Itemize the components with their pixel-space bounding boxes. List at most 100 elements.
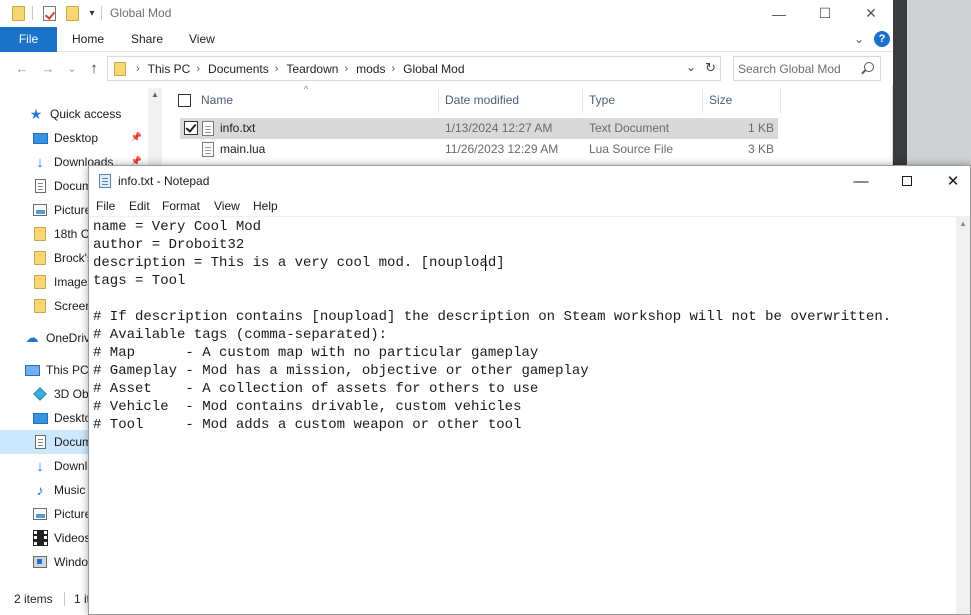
search-input[interactable]	[738, 60, 856, 77]
notepad-minimize-button[interactable]: —	[838, 166, 884, 196]
column-divider[interactable]	[438, 89, 439, 113]
notepad-icon	[99, 174, 111, 188]
desktop-icon	[32, 130, 48, 146]
breadcrumb-mods[interactable]: mods	[356, 62, 385, 76]
help-icon: ?	[874, 31, 890, 47]
forward-button[interactable]: →	[40, 60, 56, 76]
sort-ascending-icon: ^	[304, 84, 309, 94]
help-button[interactable]: ?	[874, 31, 890, 47]
divider	[101, 6, 102, 20]
column-divider[interactable]	[582, 89, 583, 113]
notepad-text-area[interactable]: name = Very Cool Mod author = Droboit32 …	[89, 216, 956, 614]
search-box[interactable]	[733, 56, 881, 81]
file-row-main-lua[interactable]: main.lua 11/26/2023 12:29 AM Lua Source …	[180, 139, 778, 160]
notepad-content[interactable]: name = Very Cool Mod author = Droboit32 …	[93, 218, 891, 434]
desktop-icon	[32, 410, 48, 426]
back-button[interactable]: ←	[14, 60, 30, 76]
select-all-checkbox[interactable]	[178, 94, 191, 107]
column-divider[interactable]	[780, 89, 781, 113]
lua-file-icon	[202, 142, 214, 157]
file-name: main.lua	[220, 142, 266, 156]
background-window	[893, 0, 971, 166]
column-header-date[interactable]: Date modified	[445, 89, 519, 113]
maximize-button[interactable]: ☐	[802, 0, 848, 27]
video-icon	[32, 530, 48, 546]
column-header-name[interactable]: Name	[201, 89, 233, 113]
divider	[32, 6, 33, 20]
document-icon	[32, 178, 48, 194]
refresh-icon[interactable]: ↻	[705, 60, 716, 76]
download-icon: ↓	[36, 153, 44, 171]
address-bar[interactable]: › This PC › Documents › Teardown › mods …	[107, 56, 721, 81]
file-size: 1 KB	[747, 121, 774, 135]
file-size: 3 KB	[747, 142, 774, 156]
recent-locations-button[interactable]: ⌄	[64, 60, 80, 76]
new-folder-icon[interactable]	[64, 4, 80, 22]
minimize-button[interactable]: —	[756, 0, 802, 27]
star-icon: ★	[29, 105, 43, 122]
tab-share[interactable]: Share	[129, 27, 165, 52]
pin-icon: 📌	[130, 132, 142, 142]
menu-file[interactable]: File	[96, 199, 115, 213]
breadcrumb-global-mod[interactable]: Global Mod	[403, 62, 464, 76]
column-header-type[interactable]: Type	[589, 89, 615, 113]
nav-item-label: Videos	[54, 531, 91, 545]
address-row: ← → ⌄ ↑ › This PC › Documents › Teardown…	[0, 52, 893, 85]
expand-ribbon-icon[interactable]: ⌄	[852, 31, 866, 47]
notepad-close-button[interactable]: ✕	[930, 166, 971, 196]
scroll-up-arrow-icon[interactable]: ▲	[959, 219, 967, 228]
explorer-title-bar: ▾ Global Mod — ☐ ✕	[0, 0, 893, 27]
menu-edit[interactable]: Edit	[129, 199, 150, 213]
breadcrumb-teardown[interactable]: Teardown	[286, 62, 338, 76]
notepad-menu-bar: File Edit Format View Help	[89, 196, 970, 216]
window-title: Global Mod	[110, 6, 172, 20]
breadcrumb-separator[interactable]: ›	[391, 63, 395, 75]
scroll-up-arrow-icon[interactable]: ▲	[151, 90, 159, 99]
file-date: 11/26/2023 12:29 AM	[445, 142, 559, 156]
close-button[interactable]: ✕	[848, 0, 894, 27]
menu-view[interactable]: View	[214, 199, 240, 213]
nav-item-quick-access[interactable]: ★ Quick access	[0, 102, 148, 126]
search-icon	[864, 62, 874, 72]
text-cursor	[485, 255, 486, 271]
file-row-info-txt[interactable]: info.txt 1/13/2024 12:27 AM Text Documen…	[180, 118, 778, 139]
file-type: Lua Source File	[589, 142, 674, 156]
breadcrumb-separator[interactable]: ›	[136, 63, 140, 75]
tab-home[interactable]: Home	[70, 27, 106, 52]
pc-icon	[24, 362, 40, 378]
menu-format[interactable]: Format	[162, 199, 200, 213]
column-divider[interactable]	[702, 89, 703, 113]
notepad-maximize-button[interactable]	[884, 166, 930, 196]
folder-icon	[114, 61, 126, 76]
row-checkbox[interactable]	[184, 121, 198, 135]
nav-item-label: Desktop	[54, 131, 99, 145]
menu-help[interactable]: Help	[253, 199, 278, 213]
folder-icon	[32, 274, 48, 290]
notepad-scrollbar[interactable]: ▲	[956, 216, 970, 614]
breadcrumb-separator[interactable]: ›	[196, 63, 200, 75]
column-header-size[interactable]: Size	[709, 89, 732, 113]
tab-file[interactable]: File	[0, 27, 57, 52]
breadcrumb-this-pc[interactable]: This PC	[148, 62, 191, 76]
text-file-icon	[202, 121, 214, 136]
document-icon	[32, 434, 48, 450]
file-type: Text Document	[589, 121, 670, 135]
folder-icon	[32, 298, 48, 314]
folder-icon	[32, 226, 48, 242]
notepad-window: info.txt - Notepad — ✕ File Edit Format …	[88, 165, 971, 615]
nav-item-desktop[interactable]: Desktop 📌	[0, 126, 148, 150]
breadcrumb-separator[interactable]: ›	[275, 63, 279, 75]
customize-toolbar-icon[interactable]: ▾	[84, 4, 100, 22]
address-dropdown-icon[interactable]: ⌄	[686, 60, 696, 74]
divider	[64, 592, 65, 606]
folder-icon	[32, 250, 48, 266]
picture-icon	[32, 202, 48, 218]
tab-view[interactable]: View	[187, 27, 217, 52]
breadcrumb-separator[interactable]: ›	[344, 63, 348, 75]
download-icon: ↓	[36, 457, 44, 475]
up-button[interactable]: ↑	[86, 60, 102, 77]
notepad-title-bar[interactable]: info.txt - Notepad — ✕	[89, 166, 970, 196]
breadcrumb-documents[interactable]: Documents	[208, 62, 269, 76]
drive-icon	[32, 554, 48, 570]
properties-icon[interactable]	[41, 4, 57, 22]
